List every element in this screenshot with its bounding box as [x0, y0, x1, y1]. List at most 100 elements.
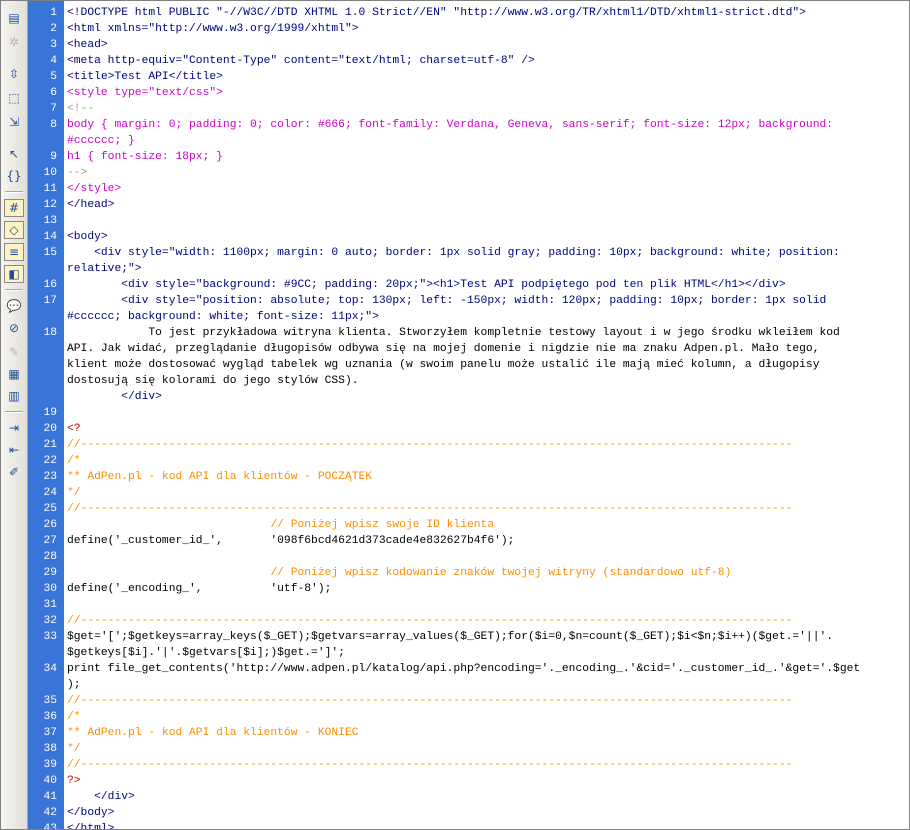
line-text: ** AdPen.pl - kod API dla klientów - KON… [67, 727, 359, 739]
code-line[interactable]: 12 </head> [28, 197, 908, 213]
code-line[interactable]: 38 */ [28, 741, 908, 757]
pointer-icon[interactable]: ↖ [4, 145, 24, 163]
code-line[interactable]: 33 $get='[';$getkeys=array_keys($_GET);$g… [28, 629, 908, 645]
code-line[interactable]: 43 </html> [28, 821, 908, 829]
code-line[interactable]: 15 <div style="width: 1100px; margin: 0 … [28, 245, 908, 261]
remove-comment-icon[interactable]: ⊘ [4, 319, 24, 337]
code-area[interactable]: 1 <!DOCTYPE html PUBLIC "-//W3C//DTD XHTM… [28, 5, 908, 829]
comment-icon[interactable]: 💬 [4, 297, 24, 315]
line-text: <title>Test API</title> [67, 71, 223, 83]
line-number: 38 [43, 743, 57, 755]
code-line[interactable]: 32 //------------------------------------… [28, 613, 908, 629]
line-number: 16 [43, 279, 57, 291]
move-css-icon[interactable]: ▥ [4, 387, 24, 405]
line-text: */ [67, 743, 81, 755]
code-line[interactable]: 24 */ [28, 485, 908, 501]
code-line[interactable]: 17 <div style="position: absolute; top: … [28, 293, 908, 309]
code-line[interactable]: 7 <!-- [28, 101, 908, 117]
code-line[interactable]: 10 --> [28, 165, 908, 181]
line-number: 35 [43, 695, 57, 707]
code-line[interactable]: 37 ** AdPen.pl - kod API dla klientów - K… [28, 725, 908, 741]
document-icon[interactable]: ▤ [4, 9, 24, 27]
line-text: ** AdPen.pl - kod API dla klientów - POC… [67, 471, 373, 483]
line-text: </div> [67, 391, 162, 403]
line-number: 32 [43, 615, 57, 627]
code-line[interactable]: 18 To jest przykładowa witryna klienta. … [28, 325, 908, 341]
code-line[interactable]: 31 [28, 597, 908, 613]
line-numbers-icon[interactable]: # [4, 199, 24, 217]
code-line[interactable]: 25 //------------------------------------… [28, 501, 908, 517]
settings-icon[interactable]: ✲ [4, 33, 24, 51]
line-number: 5 [50, 71, 57, 83]
line-number: 15 [43, 247, 57, 259]
code-line[interactable]: 22 /* [28, 453, 908, 469]
code-line[interactable]: dostosują się kolorami do jego stylów CS… [28, 373, 908, 389]
code-line[interactable]: 19 [28, 405, 908, 421]
code-line[interactable]: 16 <div style="background: #9CC; padding… [28, 277, 908, 293]
code-line[interactable]: 40 ?> [28, 773, 908, 789]
line-number: 8 [50, 119, 57, 131]
code-line[interactable]: 14 <body> [28, 229, 908, 245]
code-line[interactable]: 35 //------------------------------------… [28, 693, 908, 709]
line-number [28, 645, 60, 661]
select-element-icon[interactable]: ⇳ [4, 65, 24, 83]
code-line[interactable]: 42 </body> [28, 805, 908, 821]
code-line[interactable]: 27 define('_customer_id_', '098f6bcd4621d… [28, 533, 908, 549]
line-text: #cccccc; background: white; font-size: 1… [67, 311, 379, 323]
code-line[interactable]: API. Jak widać, przeglądanie długopisów … [28, 341, 908, 357]
code-line[interactable]: 36 /* [28, 709, 908, 725]
line-number: 14 [43, 231, 57, 243]
code-line[interactable]: 8 body { margin: 0; padding: 0; color: #6… [28, 117, 908, 133]
collapse-icon[interactable]: ⇲ [4, 113, 24, 131]
code-line[interactable]: 5 <title>Test API</title> [28, 69, 908, 85]
line-text: <div style="position: absolute; top: 130… [67, 295, 827, 307]
line-number: 11 [43, 183, 57, 195]
code-line[interactable]: 6 <style type="text/css"> [28, 85, 908, 101]
code-line[interactable]: relative;"> [28, 261, 908, 277]
code-line[interactable]: 26 // Poniżej wpisz swoje ID klienta [28, 517, 908, 533]
braces-icon[interactable]: {} [4, 167, 24, 185]
indent-icon[interactable]: ⇥ [4, 419, 24, 437]
format-source-icon[interactable]: ✐ [4, 463, 24, 481]
code-line[interactable]: 30 define('_encoding_', 'utf-8'); [28, 581, 908, 597]
code-line[interactable]: 11 </style> [28, 181, 908, 197]
code-line[interactable]: 34 print file_get_contents('http://www.ad… [28, 661, 908, 677]
code-line[interactable]: 20 <? [28, 421, 908, 437]
line-text: <head> [67, 39, 108, 51]
code-line[interactable]: klient może dostosować wygląd tabelek wg… [28, 357, 908, 373]
code-line[interactable]: 1 <!DOCTYPE html PUBLIC "-//W3C//DTD XHTM… [28, 5, 908, 21]
code-line[interactable]: $getkeys[$i].'|'.$getvars[$i];)$get.=']'… [28, 645, 908, 661]
code-line[interactable]: 29 // Poniżej wpisz kodowanie znaków two… [28, 565, 908, 581]
code-line[interactable]: 13 [28, 213, 908, 229]
line-number: 30 [43, 583, 57, 595]
expand-icon[interactable]: ⬚ [4, 89, 24, 107]
highlight-invalid-icon[interactable]: ◇ [4, 221, 24, 239]
line-number: 1 [50, 7, 57, 19]
code-line[interactable]: 39 //------------------------------------… [28, 757, 908, 773]
coding-toolbar: ▤ ✲ ⇳ ⬚ ⇲ ↖ {} # ◇ ≡ ◧ 💬 ⊘ ✎ ▦ ▥ ⇥ ⇤ ✐ [1, 1, 28, 829]
word-wrap-icon[interactable]: ≡ [4, 243, 24, 261]
code-line[interactable]: 41 </div> [28, 789, 908, 805]
code-line[interactable]: 4 <meta http-equiv="Content-Type" content… [28, 53, 908, 69]
code-line[interactable]: 2 <html xmlns="http://www.w3.org/1999/xht… [28, 21, 908, 37]
line-number: 40 [43, 775, 57, 787]
toolbar-separator [5, 191, 23, 193]
syntax-color-icon[interactable]: ◧ [4, 265, 24, 283]
line-number: 41 [43, 791, 57, 803]
recent-snippets-icon[interactable]: ▦ [4, 365, 24, 383]
toolbar-separator [5, 411, 23, 413]
line-text: To jest przykładowa witryna klienta. Stw… [67, 327, 840, 339]
code-line[interactable]: 28 [28, 549, 908, 565]
code-line[interactable]: #cccccc; } [28, 133, 908, 149]
outdent-icon[interactable]: ⇤ [4, 441, 24, 459]
code-line[interactable]: 23 ** AdPen.pl - kod API dla klientów - P… [28, 469, 908, 485]
code-line[interactable]: 3 <head> [28, 37, 908, 53]
code-line[interactable]: </div> [28, 389, 908, 405]
code-line[interactable]: ); [28, 677, 908, 693]
line-number: 26 [43, 519, 57, 531]
line-number: 20 [43, 423, 57, 435]
code-line[interactable]: #cccccc; background: white; font-size: 1… [28, 309, 908, 325]
code-line[interactable]: 21 //------------------------------------… [28, 437, 908, 453]
wrap-tag-icon[interactable]: ✎ [4, 343, 24, 361]
code-line[interactable]: 9 h1 { font-size: 18px; } [28, 149, 908, 165]
